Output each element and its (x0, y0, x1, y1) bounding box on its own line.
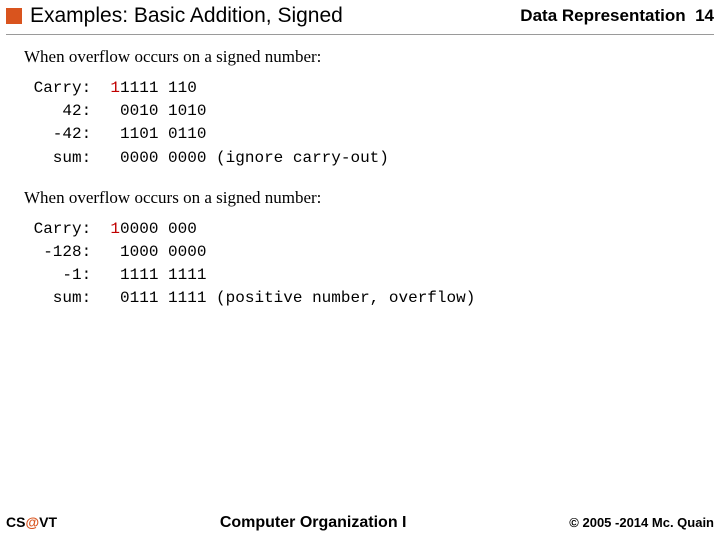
block2-code: Carry: 10000 000 -128: 1000 0000 -1: 111… (24, 218, 696, 311)
slide-footer: CS@VT Computer Organization I © 2005 -20… (0, 514, 720, 532)
footer-left-pre: CS (6, 514, 25, 530)
footer-left: CS@VT (6, 514, 57, 530)
slide-content: When overflow occurs on a signed number:… (0, 35, 720, 311)
block2-intro: When overflow occurs on a signed number: (24, 188, 696, 208)
at-icon: @ (25, 514, 39, 530)
example-block-1: When overflow occurs on a signed number:… (24, 47, 696, 170)
header-bullet-icon (6, 8, 22, 24)
example-block-2: When overflow occurs on a signed number:… (24, 188, 696, 311)
footer-center: Computer Organization I (57, 514, 569, 532)
section-name: Data Representation (520, 6, 685, 25)
slide-title: Examples: Basic Addition, Signed (30, 4, 520, 28)
slide-header-right: Data Representation 14 (520, 6, 714, 26)
block1-intro: When overflow occurs on a signed number: (24, 47, 696, 67)
page-number: 14 (695, 6, 714, 25)
footer-left-post: VT (39, 514, 57, 530)
slide-header: Examples: Basic Addition, Signed Data Re… (0, 0, 720, 32)
block1-code: Carry: 11111 110 42: 0010 1010 -42: 1101… (24, 77, 696, 170)
footer-right: © 2005 -2014 Mc. Quain (569, 515, 714, 530)
